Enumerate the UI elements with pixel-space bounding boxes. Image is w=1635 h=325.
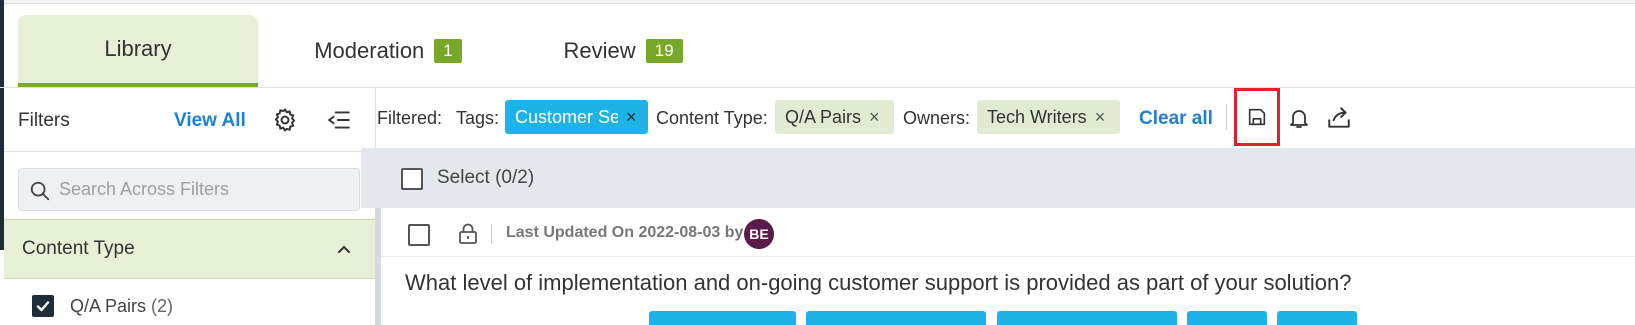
tab-bar: Library Moderation 1 Review 19	[18, 15, 1635, 87]
card-meta-divider	[491, 224, 492, 244]
owners-chip: Tech Writers ×	[977, 100, 1120, 134]
tab-review[interactable]: Review 19	[523, 15, 723, 87]
notify-button[interactable]	[1282, 101, 1316, 135]
content-type-section-header[interactable]: Content Type	[4, 219, 375, 279]
filter-option-qa-pairs[interactable]: Q/A Pairs (2)	[32, 291, 173, 321]
filters-title: Filters	[18, 110, 70, 131]
last-updated-text: Last Updated On 2022-08-03 by	[506, 224, 744, 241]
gear-icon[interactable]	[272, 107, 298, 133]
search-icon	[30, 181, 50, 201]
card-checkbox[interactable]	[408, 224, 430, 246]
remove-tag-chip-button[interactable]: ×	[626, 107, 637, 128]
applied-filters-bar: Filtered: Tags: Customer Se × Content Ty…	[377, 88, 1635, 148]
tags-label: Tags:	[456, 108, 500, 128]
card-tag[interactable]	[1277, 311, 1357, 325]
tab-library[interactable]: Library	[18, 15, 258, 87]
content-card: Last Updated On 2022-08-03 by BE What le…	[375, 208, 1635, 325]
question-title[interactable]: What level of implementation and on-goin…	[405, 270, 1352, 296]
save-icon	[1248, 108, 1266, 126]
chevron-up-icon	[338, 245, 350, 253]
review-count-badge: 19	[645, 39, 683, 63]
moderation-count-badge: 1	[434, 39, 462, 63]
filterbar-divider	[1226, 104, 1227, 130]
content-type-section-label: Content Type	[22, 238, 135, 259]
card-tag[interactable]	[649, 311, 796, 325]
qa-pairs-checkbox[interactable]	[32, 295, 54, 317]
filter-search-box	[18, 168, 360, 211]
top-edge	[0, 0, 1635, 4]
filter-search-input[interactable]	[59, 169, 354, 210]
save-filter-button[interactable]	[1234, 88, 1280, 146]
tag-chip-customer: Customer Se ×	[505, 100, 648, 134]
export-button[interactable]	[1322, 101, 1356, 135]
lock-icon[interactable]	[457, 222, 479, 246]
card-divider	[381, 256, 1635, 257]
select-all-checkbox[interactable]	[401, 168, 423, 190]
tag-chip-text: Customer Se	[515, 106, 618, 127]
card-tag[interactable]	[806, 311, 986, 325]
content-type-filter-label: Content Type:	[656, 108, 768, 128]
checkmark-icon	[36, 301, 50, 312]
filter-option-count: (2)	[151, 295, 174, 316]
filters-sidebar: Filters View All Content Type	[4, 88, 376, 325]
view-all-link[interactable]: View All	[174, 110, 246, 132]
tab-moderation-label: Moderation	[314, 38, 425, 63]
export-icon	[1328, 107, 1350, 128]
bell-icon	[1290, 110, 1308, 128]
card-tag[interactable]	[997, 311, 1177, 325]
tab-review-label: Review	[563, 38, 636, 63]
content-type-chip-text: Q/A Pairs	[785, 106, 862, 127]
filter-option-label: Q/A Pairs	[70, 295, 147, 316]
remove-owners-chip-button[interactable]: ×	[1095, 107, 1106, 128]
clear-all-link[interactable]: Clear all	[1139, 108, 1213, 130]
owners-label: Owners:	[903, 108, 971, 128]
filtered-label: Filtered:	[377, 108, 443, 128]
content-type-chip: Q/A Pairs ×	[775, 100, 894, 134]
collapse-sidebar-icon[interactable]	[326, 107, 352, 133]
tab-library-label: Library	[104, 36, 172, 61]
card-tag[interactable]	[1187, 311, 1267, 325]
select-count-label: Select (0/2)	[437, 167, 535, 188]
filters-header: Filters View All	[4, 88, 376, 152]
tab-moderation[interactable]: Moderation 1	[278, 15, 498, 87]
remove-content-type-chip-button[interactable]: ×	[869, 107, 880, 128]
avatar[interactable]: BE	[744, 219, 774, 249]
select-toolbar: Select (0/2)	[361, 148, 1635, 208]
owners-chip-text: Tech Writers	[987, 106, 1087, 127]
